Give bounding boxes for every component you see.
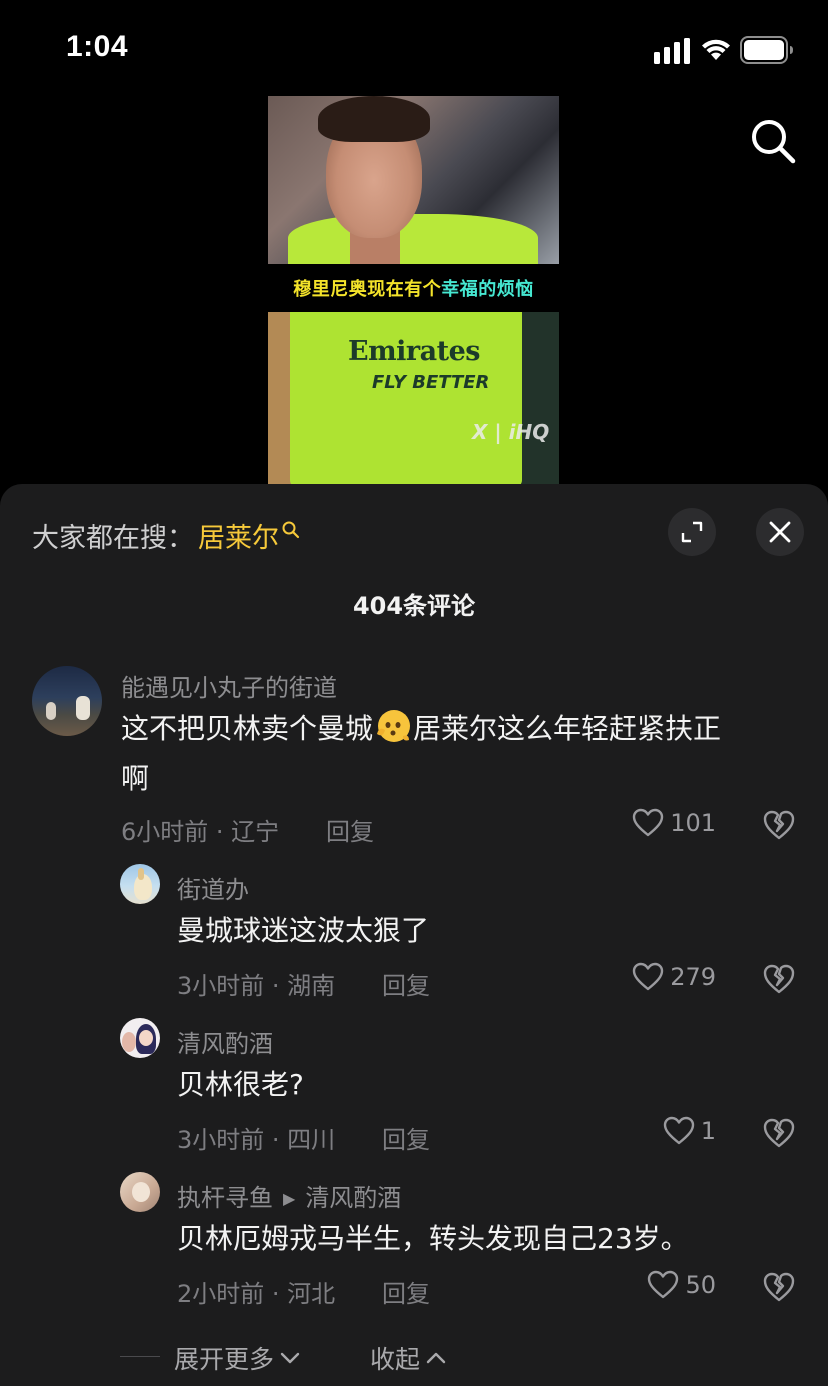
video-caption-part-a: 穆里尼奥现在有个 [293, 279, 442, 300]
replies-controls: 展开更多 收起 [0, 1340, 828, 1380]
status-time: 1:04 [66, 30, 129, 63]
trending-search-bar[interactable]: 大家都在搜： 居莱尔 [32, 516, 301, 555]
chevron-down-icon [280, 1352, 300, 1364]
comment-username[interactable]: 街道办 [177, 870, 249, 905]
expand-more-label: 展开更多 [174, 1345, 275, 1374]
broken-heart-icon[interactable] [762, 1270, 796, 1304]
comment-meta: 3小时前 · 湖南 [177, 972, 336, 1000]
video-caption-part-b: 幸福的烦恼 [441, 279, 534, 300]
reply-target-username[interactable]: 清风酌酒 [305, 1184, 401, 1212]
comment-meta: 3小时前 · 四川 [177, 1126, 336, 1154]
comment-text-part: 居莱尔这么年轻赶紧扶正 [413, 712, 722, 745]
avatar-figure [76, 696, 90, 720]
video-sponsor-slogan: FLY BETTER [372, 372, 490, 393]
reply-button[interactable]: 回复 [382, 1274, 430, 1309]
comment-username[interactable]: 能遇见小丸子的街道 [121, 668, 337, 703]
avatar[interactable] [120, 1172, 160, 1212]
avatar-figure [122, 1032, 136, 1052]
expand-icon [681, 521, 703, 543]
avatar-figure [132, 1182, 150, 1202]
video-hair [318, 96, 430, 142]
trending-keyword[interactable]: 居莱尔 [198, 516, 279, 555]
heart-icon [632, 962, 664, 991]
comment-sheet: 大家都在搜： 居莱尔 404条评论 能遇见小丸子的街道 这不把贝林卖个曼城 居莱… [0, 484, 828, 1386]
comment-username[interactable]: 清风酌酒 [177, 1024, 273, 1059]
reply-button[interactable]: 回复 [382, 1120, 430, 1155]
expand-button[interactable] [668, 508, 716, 556]
status-bar: 1:04 [0, 0, 828, 96]
broken-heart-icon[interactable] [762, 808, 796, 842]
avatar-figure [139, 1030, 153, 1046]
like-count: 1 [700, 1117, 716, 1145]
battery-icon [740, 36, 793, 64]
broken-heart-icon[interactable] [762, 1116, 796, 1150]
comment-count: 404条评论 [352, 592, 476, 620]
wifi-icon [702, 39, 730, 60]
comment-text: 曼城球迷这波太狠了 [177, 914, 430, 947]
reply-button[interactable]: 回复 [382, 966, 430, 1001]
comment-text: 这不把贝林卖个曼城 居莱尔这么年轻赶紧扶正啊 [121, 704, 801, 804]
trending-prefix: 大家都在搜： [32, 523, 194, 554]
avatar-figure [138, 868, 144, 880]
video-caption-band: 穆里尼奥现在有个幸福的烦恼 [268, 264, 559, 312]
avatar[interactable] [120, 1018, 160, 1058]
avatar[interactable] [32, 666, 102, 736]
video-arm-right [522, 312, 559, 488]
avatar-figure [46, 702, 56, 720]
comment-meta: 2小时前 · 河北 [177, 1280, 336, 1308]
heart-icon [632, 808, 664, 837]
collapse-label: 收起 [370, 1345, 421, 1374]
close-icon [769, 521, 791, 543]
collapse-button[interactable]: 收起 [370, 1340, 448, 1376]
comment-meta: 6小时前 · 辽宁 [121, 818, 280, 846]
chevron-up-icon [426, 1352, 446, 1364]
heart-icon [648, 1270, 679, 1299]
keyword-search-icon [282, 521, 300, 538]
comment-username[interactable]: 执杆寻鱼 [177, 1184, 273, 1212]
broken-heart-icon[interactable] [762, 962, 796, 996]
heart-icon [663, 1116, 694, 1145]
video-player[interactable]: 穆里尼奥现在有个幸福的烦恼 Emirates FLY BETTER X | iH… [268, 96, 559, 488]
video-watermark: X | iHQ [472, 420, 550, 444]
like-button[interactable]: 50 [596, 1270, 716, 1300]
comment-text: 贝林厄姆戎马半生，转头发现自己23岁。 [177, 1222, 689, 1255]
like-count: 101 [670, 809, 716, 837]
video-sponsor-text: Emirates [348, 336, 480, 367]
like-count: 50 [685, 1271, 716, 1299]
reply-arrow-icon: ▶ [283, 1189, 296, 1208]
close-button[interactable] [756, 508, 804, 556]
divider [120, 1356, 160, 1357]
like-button[interactable]: 1 [596, 1116, 716, 1146]
like-count: 279 [670, 963, 716, 991]
reply-button[interactable]: 回复 [326, 812, 374, 847]
expand-more-button[interactable]: 展开更多 [174, 1340, 302, 1376]
like-button[interactable]: 279 [596, 962, 716, 992]
comment-text-part: 啊 [121, 762, 150, 795]
search-icon[interactable] [748, 116, 798, 166]
emoji-face-icon [373, 706, 413, 746]
comment-username-row: 执杆寻鱼 ▶ 清风酌酒 [177, 1178, 401, 1213]
video-caption: 穆里尼奥现在有个幸福的烦恼 [293, 275, 534, 301]
like-button[interactable]: 101 [596, 808, 716, 838]
cellular-signal-icon [654, 38, 690, 64]
comment-text: 贝林很老? [177, 1068, 304, 1101]
avatar[interactable] [120, 864, 160, 904]
comment-text-part: 这不把贝林卖个曼城 [121, 712, 374, 745]
